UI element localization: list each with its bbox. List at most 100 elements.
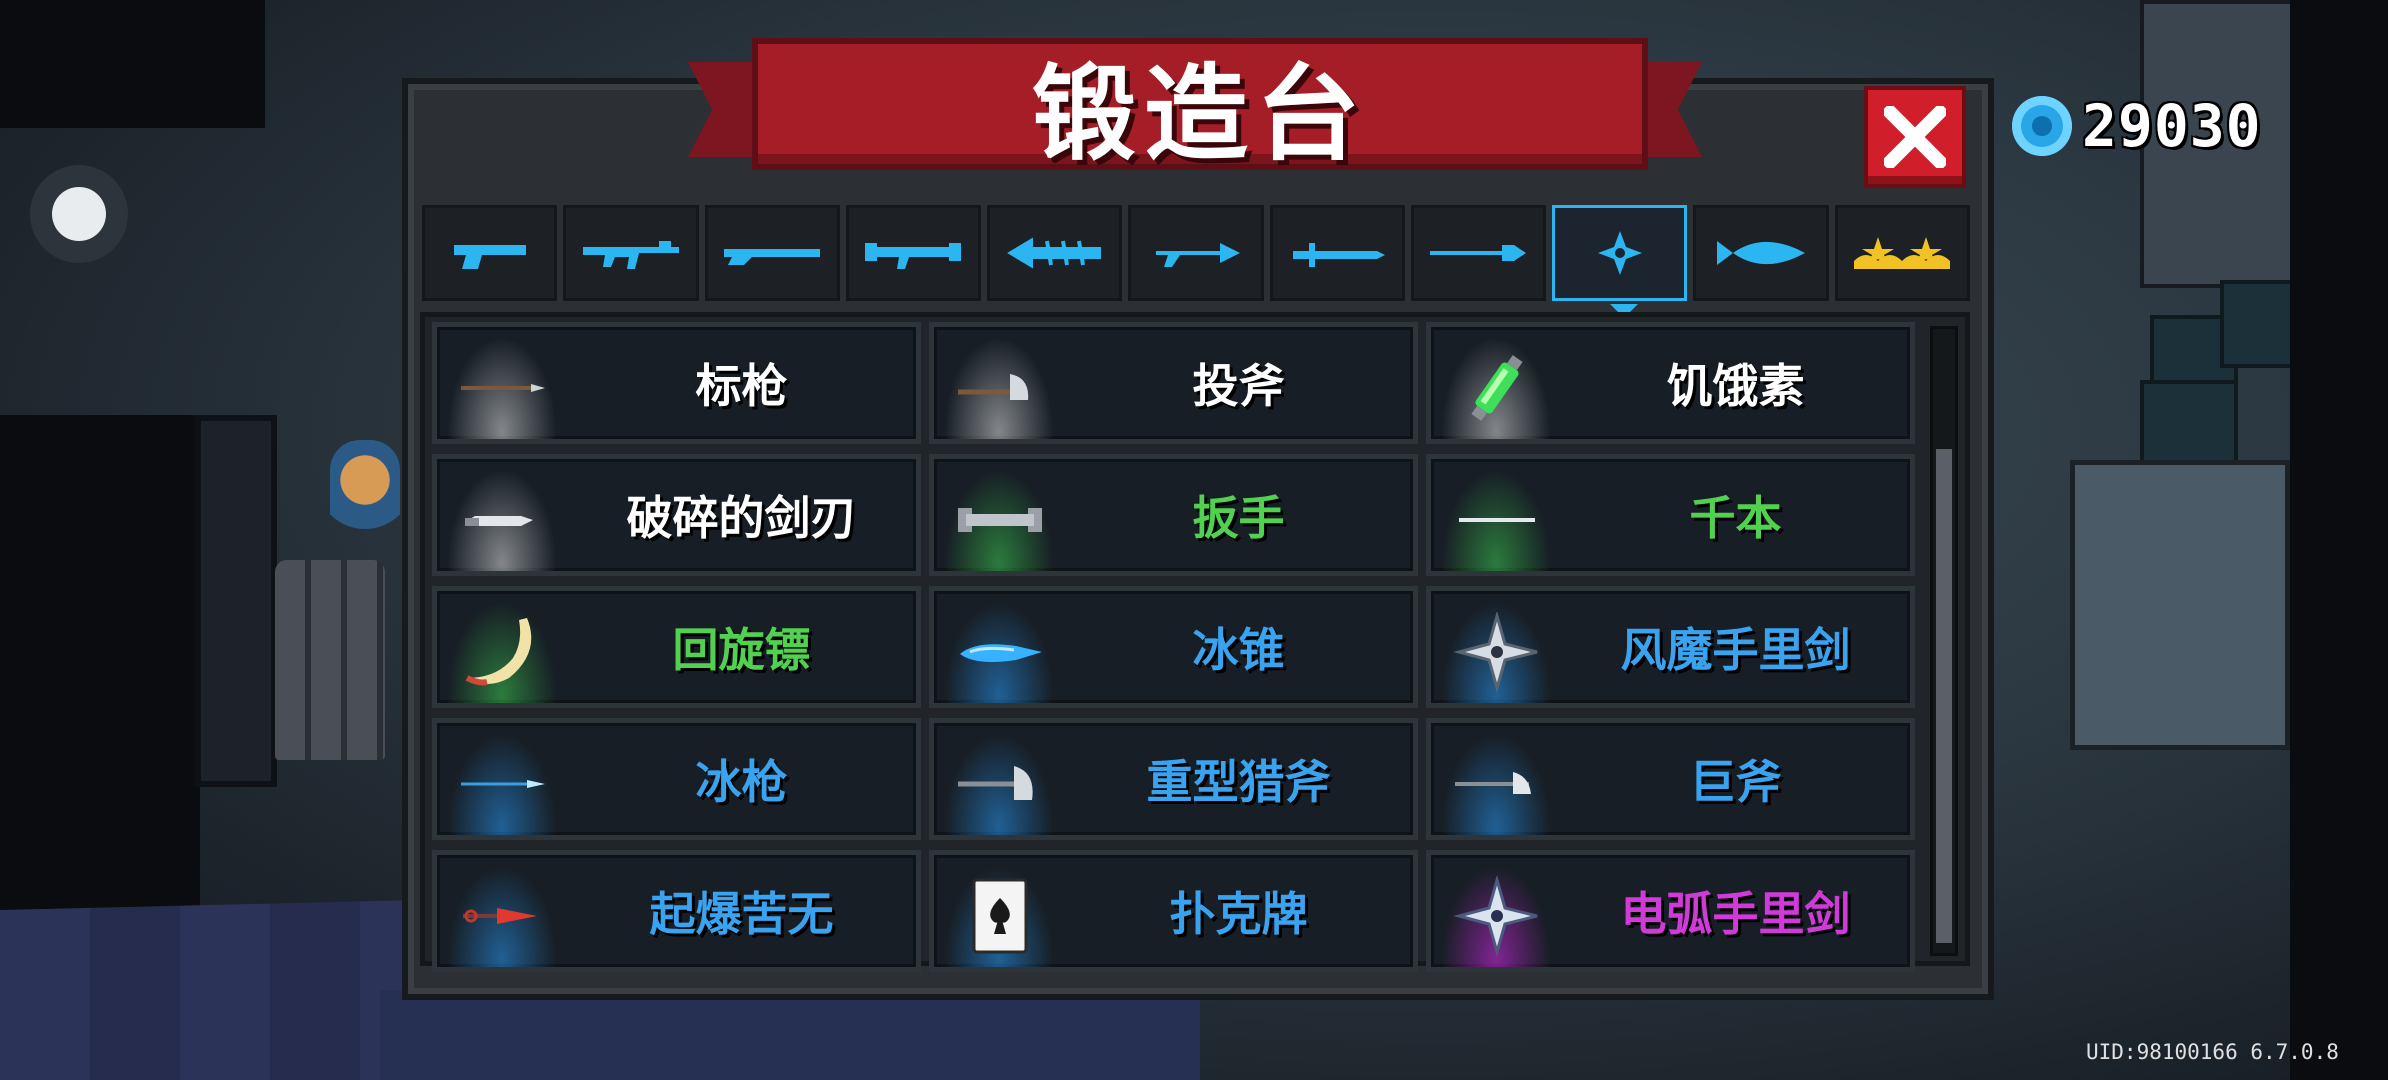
list-item[interactable]: 冰枪 [432, 718, 921, 840]
list-item[interactable]: 标枪 [432, 322, 921, 444]
item-icon-wrap [455, 609, 551, 695]
item-icon-wrap [455, 345, 551, 431]
list-item[interactable]: 投斧 [929, 322, 1418, 444]
list-item[interactable]: 冰锥 [929, 586, 1418, 708]
list-item[interactable]: 电弧手里剑 [1426, 850, 1915, 972]
page-title: 锻造台 [1031, 52, 1368, 175]
joystick[interactable] [30, 165, 128, 263]
item-icon-wrap [952, 345, 1048, 431]
tab-launcher[interactable] [845, 205, 982, 301]
crown-icon [1854, 237, 1951, 269]
crate [2140, 380, 2238, 468]
category-tabs [422, 205, 1970, 318]
game-screen: 29030 锻造台 标枪 投斧 饥饿素 破碎的剑刃 扳手 千本 回旋镖 冰锥 风… [0, 0, 2388, 1080]
spear-icon [1430, 245, 1527, 261]
item-icon-wrap [1449, 345, 1545, 431]
ice-spear-icon [461, 780, 545, 788]
list-item[interactable]: 起爆苦无 [432, 850, 921, 972]
assault-rifle-icon [582, 241, 679, 269]
uid-version: UID:98100166 6.7.0.8 [2086, 1040, 2339, 1064]
tab-fishbone[interactable] [987, 205, 1123, 301]
tab-bow[interactable] [1128, 205, 1264, 301]
tab-rifle[interactable] [563, 205, 699, 301]
list-item[interactable]: 风魔手里剑 [1426, 586, 1915, 708]
list-item[interactable]: 破碎的剑刃 [432, 454, 921, 576]
player-character [330, 440, 400, 540]
sword-icon [1293, 243, 1386, 267]
pistol-icon [453, 245, 526, 269]
joystick-knob[interactable] [52, 187, 106, 241]
tab-pistol[interactable] [422, 205, 558, 301]
close-icon [1884, 106, 1946, 168]
title-banner: 锻造台 [752, 38, 1648, 175]
item-icon-wrap [952, 477, 1048, 563]
close-button[interactable] [1864, 86, 1966, 188]
gem-counter: 29030 [2012, 92, 2262, 160]
item-name: 扳手 [1192, 491, 1285, 545]
rocket-launcher-icon [865, 243, 962, 269]
item-name: 巨斧 [1689, 755, 1782, 809]
list-item[interactable]: 重型猎斧 [929, 718, 1418, 840]
item-name: 重型猎斧 [1146, 755, 1331, 809]
tab-sword[interactable] [1269, 205, 1405, 301]
item-icon-wrap [1449, 609, 1545, 695]
tab-fish[interactable] [1693, 205, 1829, 301]
arc-shuriken-icon [1453, 876, 1538, 956]
item-icon-wrap [1449, 873, 1545, 959]
item-name: 起爆苦无 [649, 887, 834, 941]
tab-shotgun[interactable] [704, 205, 840, 301]
boomerang-icon [465, 618, 532, 686]
dark-wall-right [2290, 0, 2388, 1080]
heavy-hunting-axe-icon [958, 766, 1033, 800]
item-name: 投斧 [1192, 359, 1285, 413]
shotgun-icon [724, 249, 821, 265]
item-icon-wrap [455, 741, 551, 827]
item-name: 破碎的剑刃 [626, 491, 857, 545]
explosive-kunai-icon [463, 908, 537, 924]
item-icon-wrap [952, 609, 1048, 695]
gem-count: 29030 [2082, 92, 2262, 160]
fish-bone-gun-icon [1006, 237, 1101, 269]
forge-machine [2070, 460, 2290, 750]
dark-wall-left [0, 415, 200, 915]
item-name: 标枪 [695, 359, 788, 413]
item-name: 千本 [1689, 491, 1782, 545]
gem-icon [2012, 96, 2072, 156]
item-list: 标枪 投斧 饥饿素 破碎的剑刃 扳手 千本 回旋镖 冰锥 风魔手里剑 冰枪 重型… [432, 322, 1922, 972]
item-icon-wrap [952, 873, 1048, 959]
javelin-icon [461, 384, 545, 392]
throwing-axe-icon [958, 374, 1029, 400]
list-item[interactable]: 扑克牌 [929, 850, 1418, 972]
tab-throwing[interactable] [1552, 205, 1688, 318]
item-name: 饥饿素 [1666, 359, 1805, 413]
item-name: 冰锥 [1192, 623, 1285, 677]
crate [2220, 280, 2298, 368]
item-icon-wrap [455, 873, 551, 959]
list-item[interactable]: 扳手 [929, 454, 1418, 576]
tab-special[interactable] [1834, 205, 1970, 301]
item-icon-wrap [1449, 741, 1545, 827]
item-list-scrollbar[interactable] [1930, 326, 1958, 956]
item-icon-wrap [1449, 477, 1545, 563]
giant-axe-icon [1455, 772, 1531, 794]
list-item[interactable]: 巨斧 [1426, 718, 1915, 840]
shuriken-icon [1597, 231, 1642, 275]
list-item[interactable]: 千本 [1426, 454, 1915, 576]
item-name: 冰枪 [695, 755, 788, 809]
scroll-thumb[interactable] [1936, 449, 1952, 943]
item-icon-wrap [455, 477, 551, 563]
senbon-icon [1459, 518, 1535, 522]
list-item[interactable]: 饥饿素 [1426, 322, 1915, 444]
item-name: 回旋镖 [672, 623, 811, 677]
list-item[interactable]: 回旋镖 [432, 586, 921, 708]
broken-blade-icon [465, 516, 533, 526]
doorway [195, 415, 277, 787]
rock-floor-lower [380, 990, 1200, 1080]
tab-spear[interactable] [1410, 205, 1547, 301]
green-syringe-icon [1471, 355, 1523, 421]
item-name: 电弧手里剑 [1620, 887, 1851, 941]
bow-icon [1155, 243, 1240, 267]
dark-wall-top-left [0, 0, 265, 128]
ice-cone-icon [960, 644, 1042, 662]
wrench-icon [958, 508, 1042, 532]
